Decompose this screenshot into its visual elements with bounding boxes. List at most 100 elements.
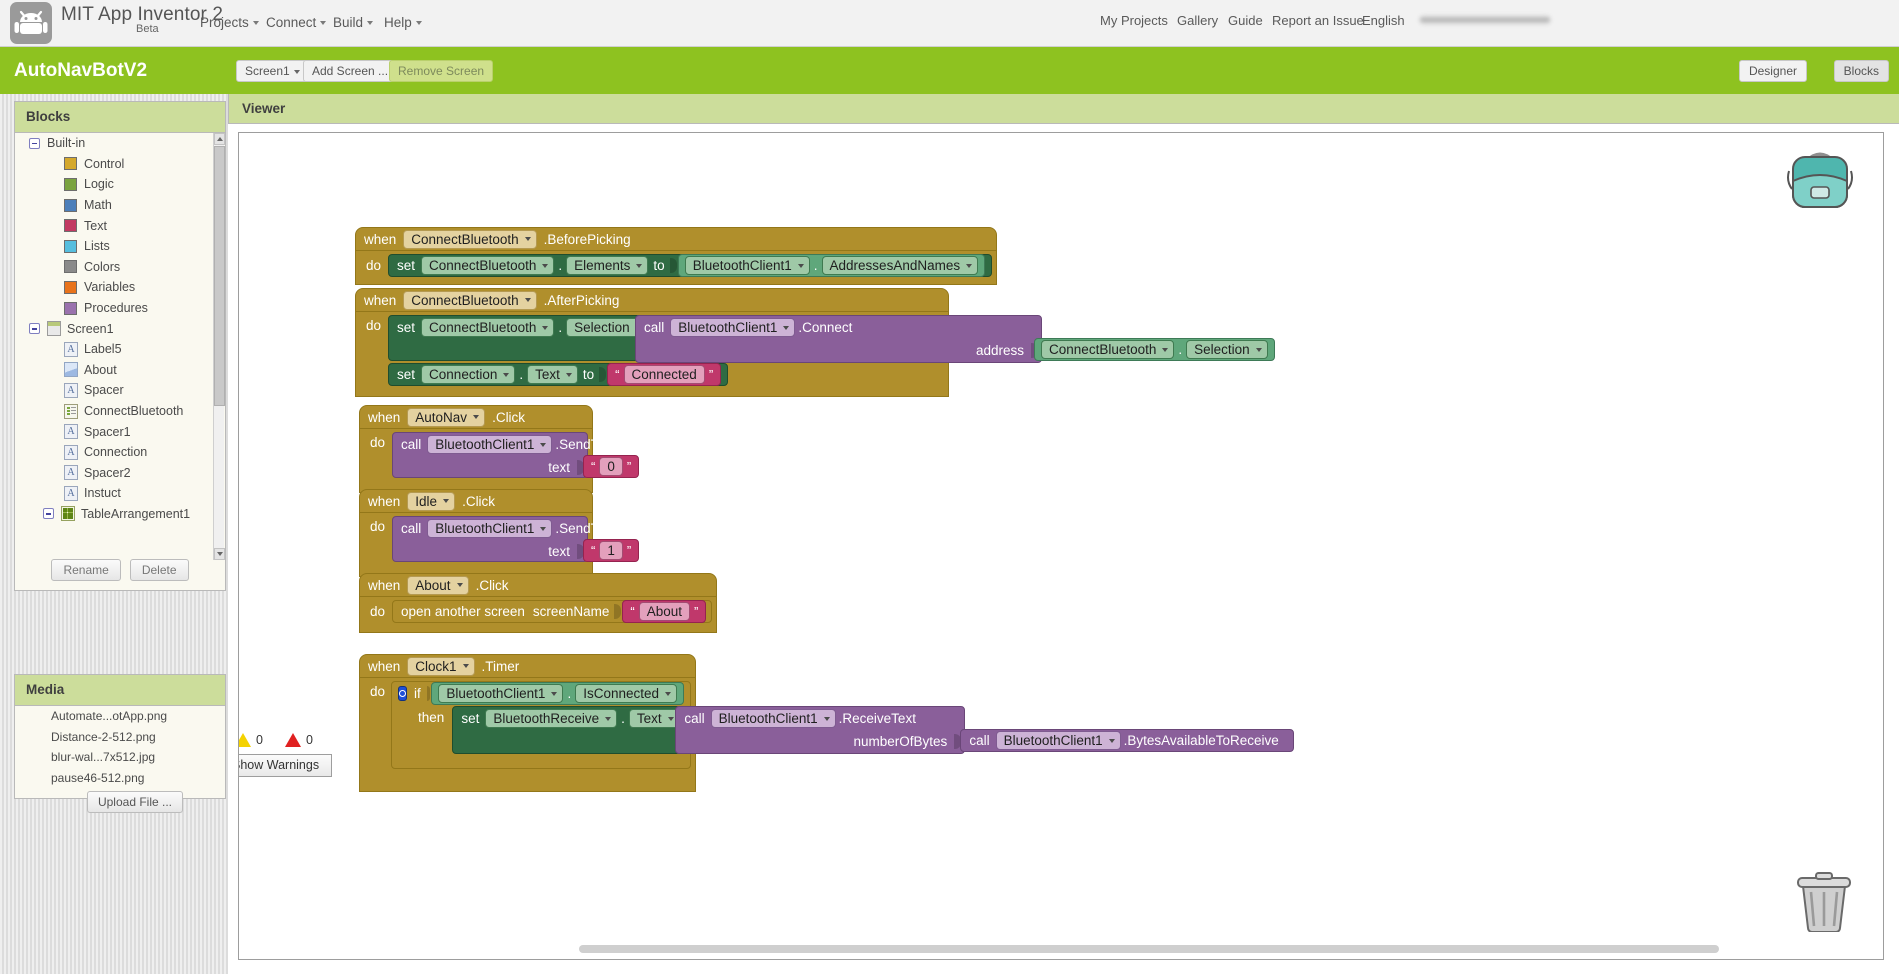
setter-block[interactable]: set ConnectBluetooth . Selection to [388,315,1275,363]
property-dropdown[interactable]: Text [628,709,680,728]
tree-node-screen1[interactable]: Screen1 [15,318,225,339]
sidebar-item-spacer1[interactable]: A Spacer1 [15,421,225,442]
getter-property-dropdown[interactable]: IsConnected [575,684,678,703]
list-item[interactable]: blur-wal...7x512.jpg [15,747,225,768]
collapse-icon[interactable] [29,137,40,149]
text-string-block[interactable]: “ 0 ” [583,455,640,478]
text-value-field[interactable]: About [638,602,691,621]
getter-component-dropdown[interactable]: BluetoothClient1 [684,256,810,275]
call-block[interactable]: call BluetoothClient1 .SendText text “ 1 [392,516,640,562]
list-item[interactable]: pause46-512.png [15,768,225,789]
rename-button[interactable]: Rename [51,559,121,581]
component-dropdown[interactable]: Clock1 [407,656,475,676]
call-component-dropdown[interactable]: BluetoothClient1 [427,519,553,538]
block-autonav-click[interactable]: when AutoNav .Click do call BluetoothCli… [359,405,640,493]
upload-file-button[interactable]: Upload File ... [86,791,184,813]
sidebar-item-variables[interactable]: Variables [15,277,225,298]
open-another-screen-block[interactable]: open another screen screenName “ About ” [392,600,713,623]
component-dropdown[interactable]: ConnectBluetooth [403,290,537,310]
sidebar-item-procedures[interactable]: Procedures [15,298,225,319]
sidebar-item-control[interactable]: Control [15,154,225,175]
link-gallery[interactable]: Gallery [1177,12,1218,30]
tab-blocks[interactable]: Blocks [1833,60,1889,82]
sidebar-item-lists[interactable]: Lists [15,236,225,257]
call-block[interactable]: call BluetoothClient1 .Connect address C… [635,315,1275,363]
property-dropdown[interactable]: Text [527,365,578,384]
getter-component-dropdown[interactable]: ConnectBluetooth [1041,340,1175,359]
scrollbar-thumb[interactable] [214,146,225,406]
getter-component-dropdown[interactable]: BluetoothClient1 [438,684,564,703]
component-dropdown[interactable]: About [407,575,469,595]
text-value-field[interactable]: 1 [599,541,623,560]
sidebar-item-about[interactable]: About [15,360,225,381]
horizontal-scrollbar[interactable] [579,945,1719,953]
call-component-dropdown[interactable]: BluetoothClient1 [427,435,553,454]
setter-block[interactable]: set Connection . Text to “ Connected ” [388,363,729,386]
text-string-block[interactable]: “ Connected ” [607,363,722,386]
set-component-dropdown[interactable]: BluetoothReceive [485,709,618,728]
text-string-block[interactable]: “ 1 ” [583,539,640,562]
sidebar-item-logic[interactable]: Logic [15,174,225,195]
text-value-field[interactable]: Connected [623,365,705,384]
call-component-dropdown[interactable]: BluetoothClient1 [670,318,796,337]
mutator-gear-icon[interactable] [398,686,408,701]
component-dropdown[interactable]: Idle [407,491,456,511]
menu-connect[interactable]: Connect [266,14,327,31]
sidebar-item-connection[interactable]: A Connection [15,442,225,463]
set-component-dropdown[interactable]: ConnectBluetooth [421,256,555,275]
block-connectbluetooth-beforepicking[interactable]: when ConnectBluetooth .BeforePicking do … [355,227,998,285]
text-string-block[interactable]: “ About ” [622,600,707,623]
language-selector[interactable]: English [1362,12,1405,30]
getter-block[interactable]: BluetoothClient1 . AddressesAndNames [677,254,986,277]
getter-block[interactable]: BluetoothClient1 . IsConnected [431,682,685,705]
setter-block[interactable]: set BluetoothReceive . Text to [452,706,1294,754]
list-item[interactable]: Automate...otApp.png [15,706,225,727]
menu-projects[interactable]: Projects [200,14,259,31]
block-idle-click[interactable]: when Idle .Click do call BluetoothClient… [359,489,640,577]
collapse-icon[interactable] [43,508,54,520]
link-guide[interactable]: Guide [1228,12,1263,30]
text-value-field[interactable]: 0 [599,457,623,476]
call-block[interactable]: call BluetoothClient1 .SendText text “ 0 [392,432,640,478]
backpack-icon[interactable] [1785,145,1855,216]
sidebar-item-text[interactable]: Text [15,215,225,236]
setter-block[interactable]: set ConnectBluetooth . Elements to Bluet… [388,254,993,277]
sidebar-item-colors[interactable]: Colors [15,257,225,278]
menu-help[interactable]: Help [384,14,422,31]
block-clock1-timer[interactable]: when Clock1 .Timer do if BluetoothClient… [359,654,1294,792]
nested-call-block[interactable]: call BluetoothClient1 .BytesAvailableToR… [960,729,1294,752]
property-dropdown[interactable]: Elements [566,256,649,275]
blocks-canvas[interactable]: when ConnectBluetooth .BeforePicking do … [238,132,1884,960]
blocks-tree-scrollbar[interactable] [213,133,225,560]
getter-property-dropdown[interactable]: AddressesAndNames [821,256,979,275]
block-connectbluetooth-afterpicking[interactable]: when ConnectBluetooth .AfterPicking do s… [355,288,1275,397]
sidebar-item-math[interactable]: Math [15,195,225,216]
sidebar-item-spacer[interactable]: A Spacer [15,380,225,401]
add-screen-button[interactable]: Add Screen ... [303,60,398,82]
nested-call-component-dropdown[interactable]: BluetoothClient1 [995,731,1121,750]
getter-property-dropdown[interactable]: Selection [1186,340,1268,359]
trash-icon[interactable] [1793,872,1855,937]
if-then-block[interactable]: if BluetoothClient1 . IsConnected then s… [391,681,1294,769]
scroll-up-icon[interactable] [214,133,225,145]
getter-block[interactable]: ConnectBluetooth . Selection [1034,338,1275,361]
sidebar-item-spacer2[interactable]: A Spacer2 [15,463,225,484]
sidebar-item-label5[interactable]: A Label5 [15,339,225,360]
component-dropdown[interactable]: ConnectBluetooth [403,229,537,249]
sidebar-item-tablearrangement1[interactable]: TableArrangement1 [15,504,225,525]
screen-selector-dropdown[interactable]: Screen1 [236,60,309,82]
set-component-dropdown[interactable]: ConnectBluetooth [421,318,555,337]
sidebar-item-connectbluetooth[interactable]: ConnectBluetooth [15,401,225,422]
show-warnings-button[interactable]: Show Warnings [239,754,333,777]
sidebar-item-instuct[interactable]: A Instuct [15,483,225,504]
menu-build[interactable]: Build [333,14,374,31]
remove-screen-button[interactable]: Remove Screen [389,60,494,82]
call-component-dropdown[interactable]: BluetoothClient1 [710,709,836,728]
block-about-click[interactable]: when About .Click do open another screen… [359,573,718,633]
delete-button[interactable]: Delete [129,559,189,581]
tree-node-builtin[interactable]: Built-in [15,133,225,154]
tab-designer[interactable]: Designer [1738,60,1807,82]
link-report-an-issue[interactable]: Report an Issue [1272,12,1364,30]
link-my-projects[interactable]: My Projects [1100,12,1168,30]
component-dropdown[interactable]: AutoNav [407,407,486,427]
